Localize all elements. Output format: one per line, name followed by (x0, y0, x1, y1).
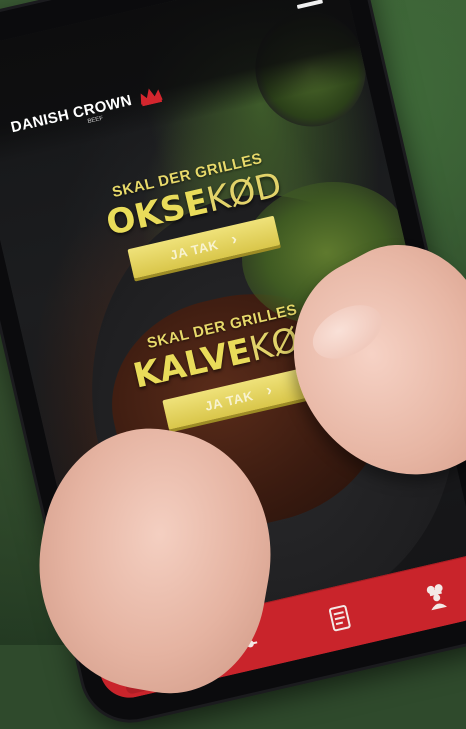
tab-recipes[interactable] (308, 586, 373, 651)
tab-chef[interactable] (404, 564, 466, 629)
chevron-right-icon: › (264, 381, 275, 400)
recipe-note-icon (329, 604, 351, 632)
chevron-right-icon: › (229, 230, 240, 249)
chef-icon (426, 584, 447, 611)
cta-label: JA TAK (168, 236, 220, 263)
thumbnail-highlight (303, 294, 391, 370)
cta-label: JA TAK (203, 387, 255, 414)
